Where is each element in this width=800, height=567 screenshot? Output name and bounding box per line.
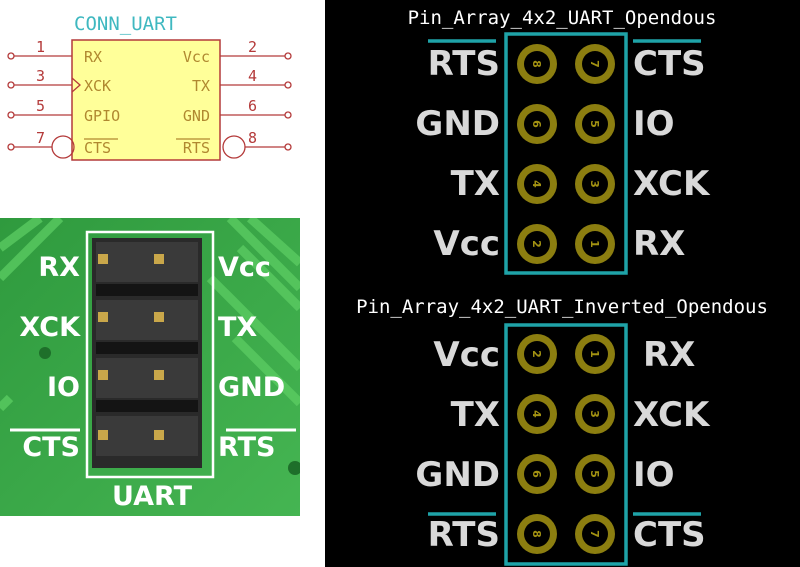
pin-number: 3 xyxy=(36,67,45,85)
footprint-label-left: TX xyxy=(451,395,500,435)
photo-label-right: RTS xyxy=(218,432,275,463)
footprint-label-right: RX xyxy=(643,335,695,375)
pin-name: GPIO xyxy=(84,107,120,125)
pad-number: 7 xyxy=(588,530,601,538)
pin-name: Vcc xyxy=(183,48,210,66)
footprint-label-left: GND xyxy=(415,104,500,144)
pad-number: 5 xyxy=(588,120,601,128)
pin-number: 5 xyxy=(36,97,45,115)
pin-number: 6 xyxy=(248,97,257,115)
pad-number: 1 xyxy=(588,350,601,358)
pad-number: 2 xyxy=(530,350,543,358)
photo-label-right: GND xyxy=(218,372,285,403)
pin-name: CTS xyxy=(84,139,111,157)
footprint-label-right: XCK xyxy=(633,164,711,204)
pin-name: GND xyxy=(183,107,210,125)
board-photo: RX XCK IO CTS Vcc TX GND RTS UART xyxy=(0,218,300,516)
photo-label-left: XCK xyxy=(19,312,81,343)
photo-label-right: TX xyxy=(218,312,257,343)
footprint-panel: Pin_Array_4x2_UART_Opendous 8 6 4 2 7 5 3 1 RTS… xyxy=(325,0,800,567)
pad-number: 6 xyxy=(530,470,543,478)
pad-number: 6 xyxy=(530,120,543,128)
footprint-title: Pin_Array_4x2_UART_Inverted_Opendous xyxy=(356,296,768,318)
photo-label-right: Vcc xyxy=(218,252,271,283)
pad-number: 4 xyxy=(530,410,543,418)
schematic-title: CONN_UART xyxy=(74,13,177,35)
pin-number: 4 xyxy=(248,67,257,85)
footprint-label-left: RTS xyxy=(428,44,500,84)
photo-label-left: RX xyxy=(38,252,80,283)
footprint-label-right: IO xyxy=(633,455,675,495)
pad-number: 3 xyxy=(588,180,601,188)
footprint-opendous: Pin_Array_4x2_UART_Opendous 8 6 4 2 7 5 3 1 RTS… xyxy=(408,7,717,275)
photo-label-left: IO xyxy=(47,372,80,403)
photo-label-uart: UART xyxy=(112,481,193,512)
pin-number: 8 xyxy=(248,129,257,147)
pin-name: XCK xyxy=(84,77,111,95)
pin-name: RX xyxy=(84,48,102,66)
footprint-label-right: IO xyxy=(633,104,675,144)
pin-number: 7 xyxy=(36,129,45,147)
footprint-label-right: XCK xyxy=(633,395,711,435)
pad-number: 2 xyxy=(530,240,543,248)
via xyxy=(39,347,51,359)
footprint-label-left: TX xyxy=(451,164,500,204)
footprint-title: Pin_Array_4x2_UART_Opendous xyxy=(408,7,717,29)
pad-number: 5 xyxy=(588,470,601,478)
pin-number: 2 xyxy=(248,38,257,56)
schematic-symbol: CONN_UART 1 3 5 7 2 4 6 8 RX XCK GPIO CT… xyxy=(0,0,325,200)
footprint-label-left: Vcc xyxy=(433,224,500,264)
pin-name: TX xyxy=(192,77,210,95)
pad-number: 3 xyxy=(588,410,601,418)
pad-number: 7 xyxy=(588,60,601,68)
footprint-label-right: CTS xyxy=(633,44,706,84)
footprint-label-left: GND xyxy=(415,455,500,495)
pad-number: 8 xyxy=(530,60,543,68)
pad-number: 4 xyxy=(530,180,543,188)
footprint-label-right: RX xyxy=(633,224,685,264)
pin-name: RTS xyxy=(183,139,210,157)
photo-label-left: CTS xyxy=(22,432,80,463)
footprint-label-right: CTS xyxy=(633,515,706,555)
footprint-label-left: RTS xyxy=(428,515,500,555)
pad-number: 8 xyxy=(530,530,543,538)
pin-number: 1 xyxy=(36,38,45,56)
pad-number: 1 xyxy=(588,240,601,248)
footprint-label-left: Vcc xyxy=(433,335,500,375)
footprint-inverted-opendous: Pin_Array_4x2_UART_Inverted_Opendous 2 4 6… xyxy=(356,296,768,566)
